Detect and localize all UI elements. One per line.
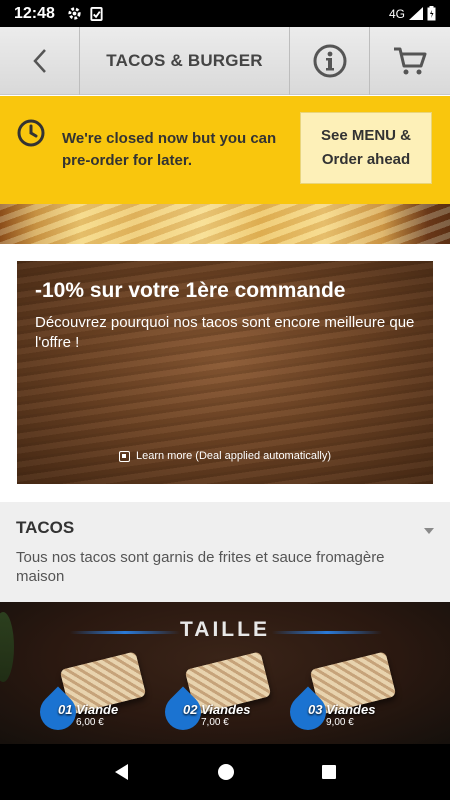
cart-button[interactable]	[370, 27, 450, 95]
chevron-left-icon	[32, 49, 46, 73]
promo-card[interactable]: -10% sur votre 1ère commande Découvrez p…	[17, 261, 433, 484]
closed-message: We're closed now but you can pre-order f…	[62, 130, 277, 169]
hero-food-image	[0, 204, 450, 244]
home-circle-icon[interactable]	[217, 763, 235, 781]
size-price: 6,00 €	[76, 717, 104, 728]
category-description: Tous nos tacos sont garnis de frites et …	[16, 549, 385, 585]
chevron-down-icon[interactable]	[424, 528, 434, 534]
size-label: 01 Viande	[58, 702, 119, 717]
app-screen: 12:48 4G TACOS & BURGER We're closed now…	[0, 0, 450, 800]
status-time: 12:48	[14, 4, 55, 22]
promo-description: Découvrez pourquoi nos tacos sont encore…	[35, 314, 415, 351]
size-label: 02 Viandes	[183, 702, 251, 717]
decorative-line	[272, 631, 382, 634]
category-section-tacos[interactable]: TACOS Tous nos tacos sont garnis de frit…	[0, 502, 450, 602]
signal-icon	[409, 7, 423, 20]
page-title: TACOS & BURGER	[80, 27, 290, 95]
status-bar: 12:48 4G	[0, 0, 450, 27]
system-navigation-bar	[0, 744, 450, 800]
battery-icon	[427, 6, 436, 21]
size-label: 03 Viandes	[308, 702, 376, 717]
info-icon	[313, 44, 346, 78]
size-price: 7,00 €	[201, 717, 229, 728]
back-button[interactable]	[0, 27, 80, 95]
see-menu-order-ahead-button[interactable]: See MENU & Order ahead	[300, 112, 432, 184]
network-type: 4G	[388, 6, 405, 21]
cart-icon	[394, 47, 427, 75]
size-price: 9,00 €	[326, 717, 354, 728]
info-button[interactable]	[290, 27, 370, 95]
promo-title: -10% sur votre 1ère commande	[35, 279, 346, 302]
size-option: 03 Viandes 9,00 €	[282, 651, 410, 738]
closed-banner: We're closed now but you can pre-order f…	[0, 96, 450, 204]
status-left-icons	[67, 6, 103, 21]
back-triangle-icon[interactable]	[113, 763, 131, 781]
app-header: TACOS & BURGER	[0, 27, 450, 95]
settings-gear-icon	[68, 7, 81, 20]
clock-icon	[17, 119, 45, 147]
category-title: TACOS	[16, 518, 75, 537]
size-banner-title: TAILLE	[180, 618, 270, 641]
learn-more-label: Learn more (Deal applied automatically)	[135, 450, 332, 462]
size-option: 01 Viande 6,00 €	[32, 651, 160, 738]
size-banner-image: TAILLE 01 Viande 6,00 € 02 Viandes 7,00 …	[0, 602, 450, 744]
promo-learn-more[interactable]: Learn more (Deal applied automatically)	[17, 450, 433, 462]
recents-square-icon[interactable]	[321, 764, 337, 780]
size-option: 02 Viandes 7,00 €	[157, 651, 285, 738]
image-icon	[118, 450, 130, 462]
status-right: 4G	[389, 6, 436, 21]
clipboard-check-icon	[90, 6, 103, 21]
spacer	[0, 484, 450, 502]
spacer	[0, 244, 450, 262]
